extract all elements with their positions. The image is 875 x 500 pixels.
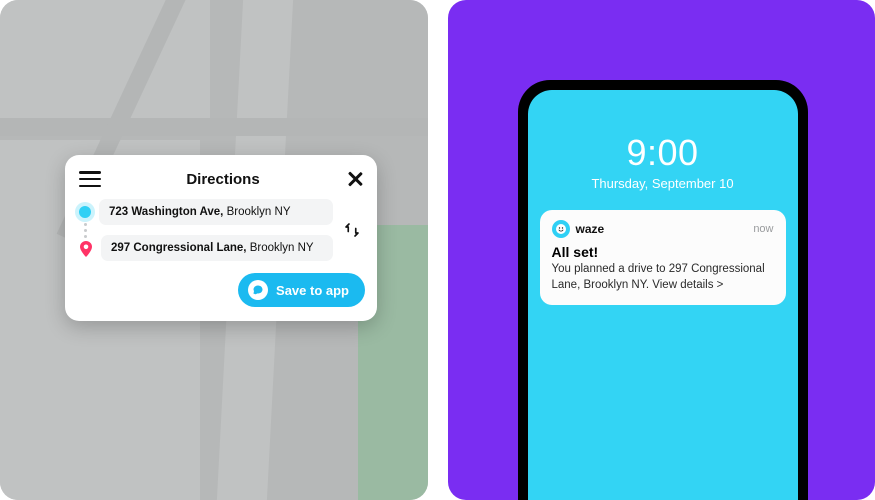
directions-card: Directions 723 Washington Ave, Brooklyn … xyxy=(65,155,377,321)
destination-field[interactable]: 297 Congressional Lane, Brooklyn NY xyxy=(101,235,333,261)
origin-address-rest: Brooklyn NY xyxy=(223,206,290,218)
destination-address-rest: Brooklyn NY xyxy=(247,242,314,254)
notification-title: All set! xyxy=(552,244,774,260)
origin-address-bold: 723 Washington Ave, xyxy=(109,206,223,218)
notification-body: You planned a drive to 297 Congressional… xyxy=(552,262,774,293)
origin-field[interactable]: 723 Washington Ave, Brooklyn NY xyxy=(99,199,333,225)
save-button-label: Save to app xyxy=(276,283,349,298)
lockscreen-time: 9:00 xyxy=(528,132,798,174)
notification-app-name: waze xyxy=(576,222,748,236)
waze-icon xyxy=(248,280,268,300)
notification-panel: 9:00 Thursday, September 10 waze now All… xyxy=(448,0,875,500)
destination-pin-icon xyxy=(79,241,93,255)
map-panel: Directions 723 Washington Ave, Brooklyn … xyxy=(0,0,428,500)
swap-icon[interactable] xyxy=(339,217,365,243)
destination-row: 297 Congressional Lane, Brooklyn NY xyxy=(79,235,333,261)
origin-dot-icon xyxy=(79,206,91,218)
origin-row: 723 Washington Ave, Brooklyn NY xyxy=(79,199,333,225)
notification-card[interactable]: waze now All set! You planned a drive to… xyxy=(540,210,786,305)
phone-frame: 9:00 Thursday, September 10 waze now All… xyxy=(518,80,808,500)
directions-title: Directions xyxy=(186,171,259,188)
close-icon[interactable] xyxy=(345,169,365,189)
menu-icon[interactable] xyxy=(79,171,101,187)
waze-app-icon xyxy=(552,220,570,238)
save-to-app-button[interactable]: Save to app xyxy=(238,273,365,307)
phone-lockscreen: 9:00 Thursday, September 10 waze now All… xyxy=(528,90,798,500)
lockscreen-date: Thursday, September 10 xyxy=(528,176,798,191)
notification-timestamp: now xyxy=(753,223,773,235)
destination-address-bold: 297 Congressional Lane, xyxy=(111,242,247,254)
